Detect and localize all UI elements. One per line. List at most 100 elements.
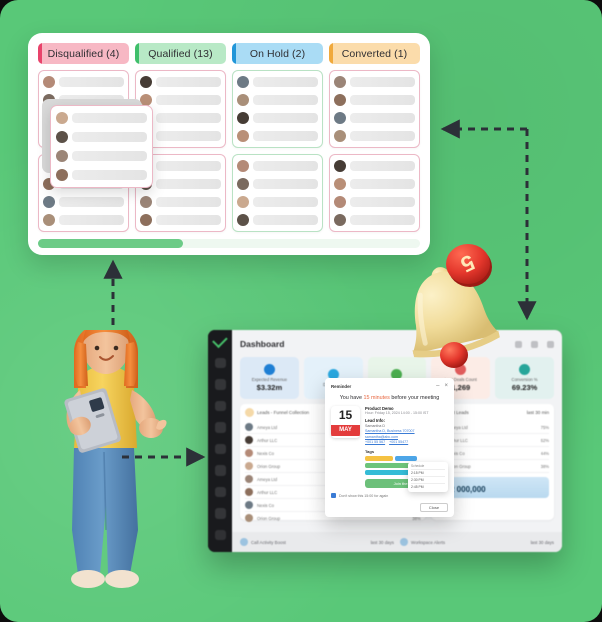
lead-card[interactable] [232, 70, 323, 148]
lead-name-placeholder [350, 77, 415, 87]
lead-phone-primary-link[interactable]: +001 55 567 [365, 440, 385, 444]
lead-row[interactable] [334, 75, 415, 89]
tab-on-hold-label: On Hold (2) [249, 47, 306, 60]
lead-card[interactable] [329, 70, 420, 148]
item-label: Call Activity Boost [251, 539, 286, 545]
scrollbar-thumb[interactable] [38, 239, 184, 248]
avatar [334, 130, 346, 142]
date-badge: 15 MAY [331, 406, 360, 438]
schedule-item-0[interactable]: 2:15 PM [411, 469, 445, 476]
lead-row[interactable] [56, 111, 147, 125]
row-name: Arthur LLC [257, 437, 278, 443]
dont-show-row[interactable]: Don't show this 15:00 for again [331, 493, 448, 498]
lead-info-label: Lead Info: [365, 418, 386, 423]
close-button[interactable]: Close [420, 503, 448, 512]
lead-row[interactable] [237, 111, 318, 125]
row-meta: 44% [540, 450, 549, 456]
lead-row[interactable] [43, 195, 124, 209]
lead-name-placeholder [350, 179, 415, 189]
minimize-icon[interactable]: – [436, 383, 439, 389]
lead-phone-secondary-link[interactable]: +001 55477 [389, 440, 408, 444]
lead-row[interactable] [140, 93, 221, 107]
lead-row[interactable] [237, 75, 318, 89]
kpi-value: 1,269 [451, 383, 471, 392]
sidebar-item-leads-icon[interactable] [214, 379, 226, 390]
sidebar-item-calendar-icon[interactable] [214, 486, 226, 498]
lead-row[interactable] [140, 75, 221, 89]
lead-row[interactable] [334, 93, 415, 107]
row-meta: 62% [540, 437, 549, 443]
avatar [245, 488, 253, 496]
lead-email-link[interactable]: samantha@abc.com [365, 435, 398, 439]
lead-name-placeholder [253, 197, 318, 207]
avatar [43, 76, 55, 88]
lead-row[interactable] [334, 111, 415, 125]
bottom-strip-item-1[interactable]: Workspace Alerts last 30 days [400, 538, 554, 546]
lead-row[interactable] [43, 75, 124, 89]
sidebar-item-logout-icon[interactable] [214, 529, 226, 541]
sidebar-item-deals-icon[interactable] [214, 400, 226, 412]
schedule-item-1[interactable]: 2:30 PM [411, 476, 445, 483]
lead-row[interactable] [56, 130, 147, 144]
add-icon[interactable] [515, 340, 522, 348]
lead-row[interactable] [334, 213, 415, 227]
row-name: Nexis Co [257, 502, 274, 508]
avatar [334, 94, 346, 106]
avatar [245, 514, 253, 522]
avatar [245, 462, 253, 470]
kanban-horizontal-scrollbar[interactable] [38, 239, 420, 248]
lead-row[interactable] [237, 93, 318, 107]
tab-disqualified-label: Disqualified (4) [47, 47, 120, 60]
item-meta: last 30 days [530, 539, 554, 545]
lead-company-link[interactable]: Samantha D, Business 707007 [365, 429, 415, 433]
dragging-lead-card[interactable] [50, 105, 153, 188]
bottom-strip-item-0[interactable]: Call Activity Boost last 30 days [240, 538, 394, 546]
filter-icon[interactable] [531, 340, 538, 348]
tag-segment [365, 455, 393, 461]
lead-name-placeholder [156, 95, 221, 105]
tab-disqualified[interactable]: Disqualified (4) [38, 43, 129, 64]
tab-converted-label: Converted (1) [341, 47, 408, 60]
lead-row[interactable] [237, 129, 318, 143]
lead-row[interactable] [334, 159, 415, 173]
kpi-card-0[interactable]: Expected Revenue $3.32m [240, 357, 299, 399]
sidebar-item-tasks-icon[interactable] [214, 465, 226, 476]
lead-row[interactable] [237, 177, 318, 191]
sidebar-item-reports-icon[interactable] [214, 443, 226, 455]
kanban-column-on-hold[interactable] [232, 70, 323, 232]
lead-name-placeholder [72, 151, 147, 161]
lead-row[interactable] [334, 195, 415, 209]
avatar [334, 76, 346, 88]
lead-name-placeholder [253, 77, 318, 87]
lead-row[interactable] [56, 149, 147, 163]
sidebar-item-home-icon[interactable] [214, 357, 226, 369]
reminder-body: 15 MAY Product Demo Hour: Friday 15, 202… [331, 406, 448, 446]
lead-card[interactable] [329, 154, 420, 232]
kpi-card-4[interactable]: Conversion % 69.23% [495, 357, 554, 399]
funnel-icon [245, 408, 254, 417]
schedule-item-2[interactable]: 2:45 PM [411, 483, 445, 490]
lead-row[interactable] [237, 213, 318, 227]
gear-icon[interactable] [547, 340, 554, 348]
avatar [237, 178, 249, 190]
tag-bar-0 [365, 455, 427, 461]
tab-on-hold[interactable]: On Hold (2) [232, 43, 323, 64]
lead-row[interactable] [140, 213, 221, 227]
lead-row[interactable] [56, 168, 147, 182]
sidebar-item-settings-icon[interactable] [214, 508, 226, 519]
tab-converted[interactable]: Converted (1) [329, 43, 420, 64]
lead-row[interactable] [140, 195, 221, 209]
lead-card[interactable] [232, 154, 323, 232]
sidebar-item-contacts-icon[interactable] [214, 422, 226, 433]
lead-row[interactable] [334, 129, 415, 143]
lead-row[interactable] [43, 213, 124, 227]
person-graphic [64, 318, 167, 588]
kanban-column-converted[interactable] [329, 70, 420, 232]
checkbox-icon[interactable] [331, 493, 336, 498]
lead-row[interactable] [334, 177, 415, 191]
lead-row[interactable] [237, 195, 318, 209]
tab-qualified[interactable]: Qualified (13) [135, 43, 226, 64]
close-icon[interactable]: × [444, 383, 448, 389]
kanban-board-panel: Disqualified (4) Qualified (13) On Hold … [28, 33, 430, 255]
lead-row[interactable] [237, 159, 318, 173]
